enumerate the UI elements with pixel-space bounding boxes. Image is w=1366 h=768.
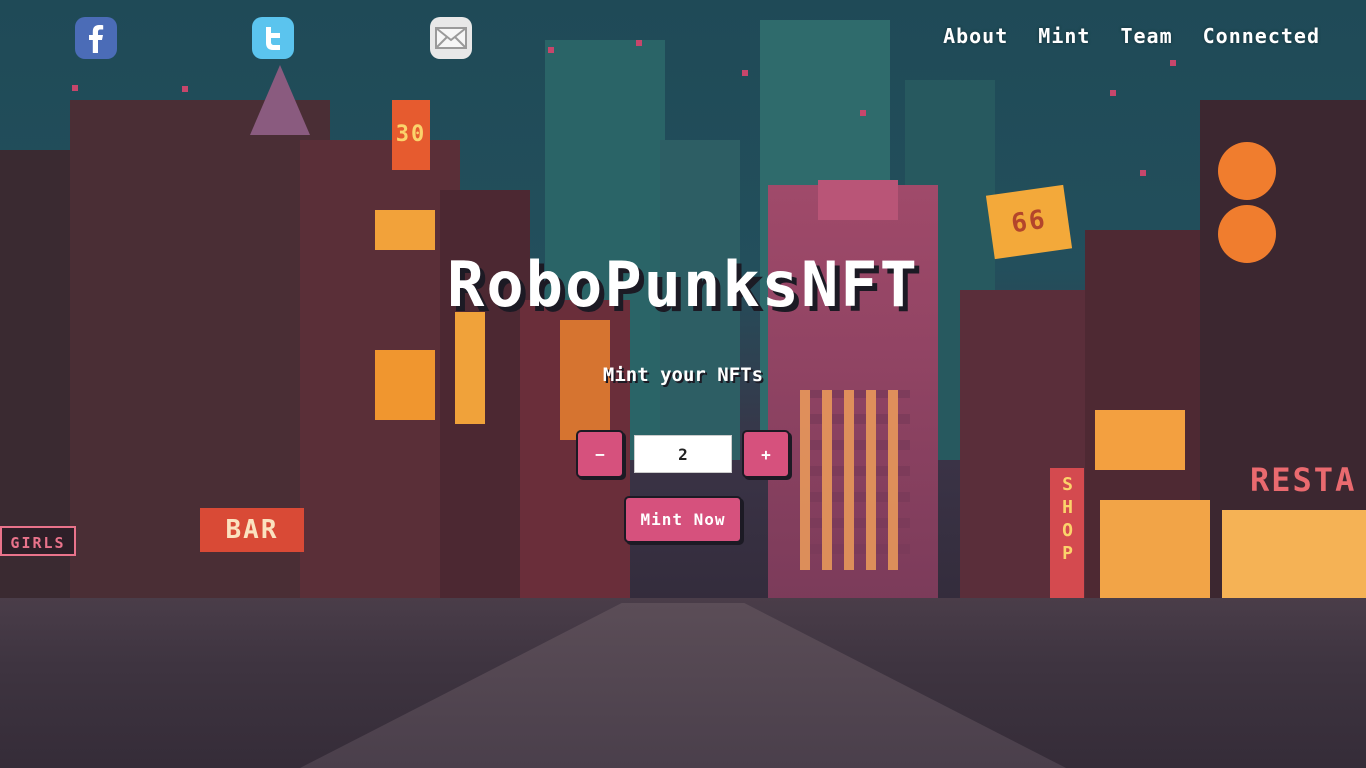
left-windows bbox=[375, 210, 435, 250]
nav-mint[interactable]: Mint bbox=[1038, 24, 1090, 48]
round-lamp bbox=[1218, 142, 1276, 200]
center-tower-top bbox=[818, 180, 898, 220]
hero-subtitle: Mint your NFTs bbox=[602, 364, 764, 386]
nav-team[interactable]: Team bbox=[1120, 24, 1172, 48]
facebook-icon bbox=[89, 25, 104, 53]
decrement-button[interactable]: − bbox=[576, 430, 624, 478]
particle bbox=[1170, 60, 1176, 66]
twitter-icon bbox=[266, 27, 280, 50]
email-link[interactable] bbox=[430, 17, 472, 59]
facebook-link[interactable] bbox=[75, 17, 117, 59]
particle bbox=[72, 85, 78, 91]
particle bbox=[548, 47, 554, 53]
nav-about[interactable]: About bbox=[943, 24, 1008, 48]
sign-30: 30 bbox=[392, 100, 430, 170]
email-icon bbox=[435, 27, 467, 49]
quantity-input[interactable] bbox=[634, 435, 732, 473]
increment-button[interactable]: + bbox=[742, 430, 790, 478]
particle bbox=[1110, 90, 1116, 96]
nav-connected[interactable]: Connected bbox=[1203, 24, 1320, 48]
particle bbox=[636, 40, 642, 46]
twitter-link[interactable] bbox=[252, 17, 294, 59]
particle bbox=[182, 86, 188, 92]
particle bbox=[1140, 170, 1146, 176]
sign-66: 66 bbox=[985, 184, 1073, 260]
mint-now-button[interactable]: Mint Now bbox=[624, 496, 742, 543]
particle bbox=[860, 110, 866, 116]
particle bbox=[742, 70, 748, 76]
main-nav: About Mint Team Connected bbox=[943, 24, 1320, 48]
page-title: RoboPunksNFT bbox=[447, 248, 919, 321]
page: 30 66 BAR GIRLS SHOP RESTA About Mint Te… bbox=[0, 0, 1366, 768]
hero: RoboPunksNFT Mint your NFTs − + Mint Now bbox=[0, 250, 1366, 543]
quantity-stepper: − + bbox=[0, 430, 1366, 478]
